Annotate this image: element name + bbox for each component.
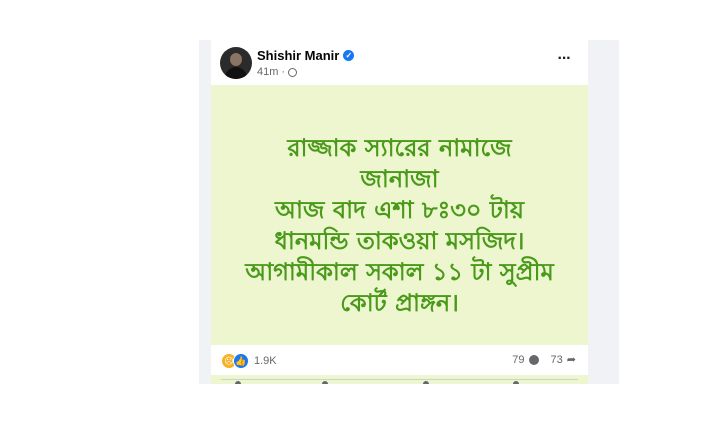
- post-card: Shishir Manir ✓ 41m · ··· রাজ্জাক স্যারে…: [211, 40, 588, 384]
- avatar-body: [225, 67, 247, 79]
- globe-icon: [288, 67, 298, 77]
- feed-gutter-right: [588, 40, 619, 384]
- feed-gutter-left: [199, 40, 211, 384]
- post-meta: 41m ·: [257, 66, 298, 78]
- engagement-counts: 79 73 ➦: [512, 353, 576, 367]
- share-count[interactable]: 73: [551, 354, 563, 366]
- avatar-head: [230, 53, 242, 66]
- like-reaction-icon: 👍: [233, 353, 249, 369]
- reaction-count: 1.9K: [254, 355, 277, 367]
- author-name[interactable]: Shishir Manir: [257, 48, 339, 63]
- like-action-icon[interactable]: [235, 381, 241, 384]
- send-action-icon[interactable]: [423, 381, 429, 384]
- share-icon: ➦: [566, 354, 576, 366]
- comment-action-icon[interactable]: [322, 381, 328, 384]
- post-header: Shishir Manir ✓ 41m · ···: [211, 40, 588, 85]
- post-body-text: রাজ্জাক স্যারের নামাজে জানাজা আজ বাদ এশা…: [245, 134, 554, 317]
- reactions-summary[interactable]: ☹ 👍 1.9K: [221, 353, 277, 369]
- post-stats-bar: ☹ 👍 1.9K 79 73 ➦: [211, 345, 588, 375]
- more-options-icon[interactable]: ···: [554, 51, 574, 68]
- post-timestamp[interactable]: 41m: [257, 66, 278, 78]
- verified-badge-icon: ✓: [343, 50, 355, 61]
- meta-separator: ·: [281, 66, 286, 78]
- post-content-image[interactable]: রাজ্জাক স্যারের নামাজে জানাজা আজ বাদ এশা…: [211, 85, 588, 384]
- actions-divider: [221, 379, 578, 380]
- share-action-icon[interactable]: [513, 381, 519, 384]
- comment-count[interactable]: 79: [512, 354, 524, 366]
- author-avatar[interactable]: [220, 47, 252, 79]
- author-name-row: Shishir Manir ✓: [257, 48, 355, 63]
- comment-icon: [528, 354, 539, 365]
